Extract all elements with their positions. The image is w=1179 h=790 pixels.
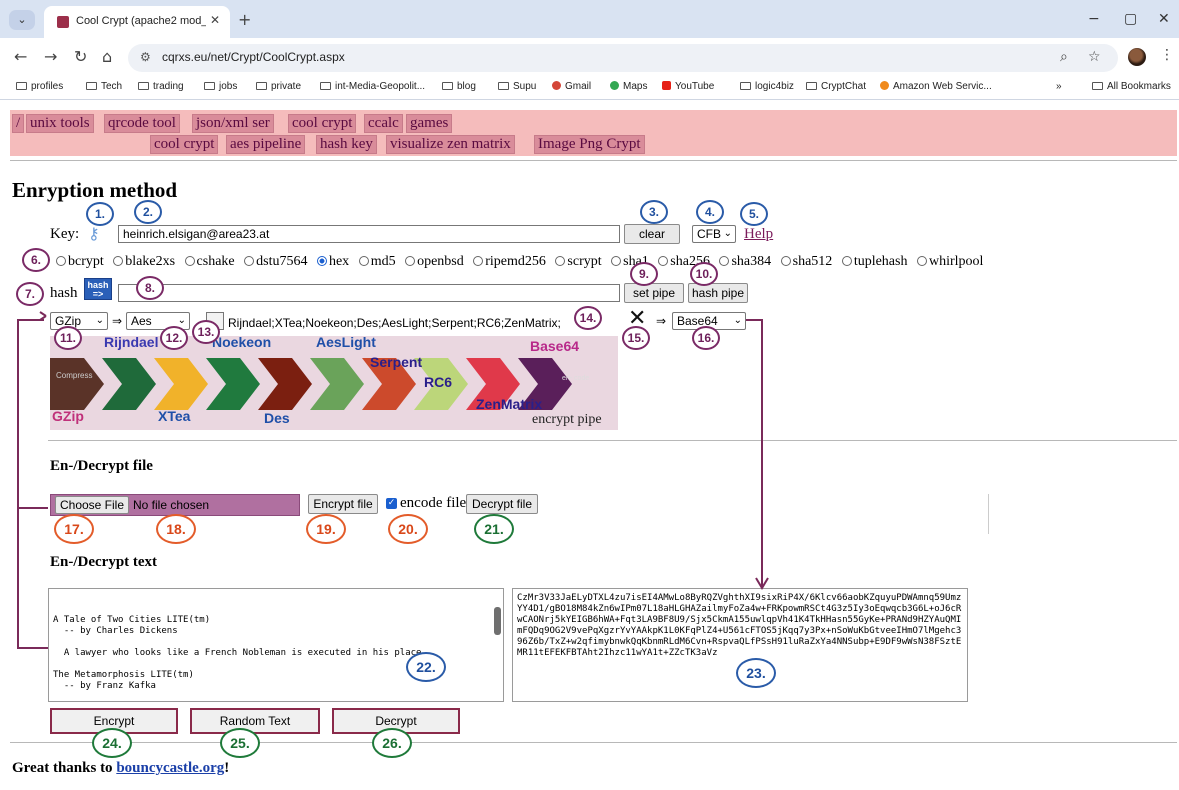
pipe-input-connector	[17, 319, 48, 649]
callout-1: 1.	[86, 202, 114, 226]
callout-14: 14.	[574, 306, 602, 330]
annotation-overlay	[17, 311, 769, 649]
callout-10: 10.	[690, 262, 718, 286]
callout-16: 16.	[692, 326, 720, 350]
callout-8: 8.	[136, 276, 164, 300]
callout-20: 20.	[388, 514, 428, 544]
callout-22: 22.	[406, 652, 446, 682]
callout-12: 12.	[160, 326, 188, 350]
callout-25: 25.	[220, 728, 260, 758]
callout-17: 17.	[54, 514, 94, 544]
callout-13: 13.	[192, 320, 220, 344]
callout-19: 19.	[306, 514, 346, 544]
callout-9: 9.	[630, 262, 658, 286]
callout-7: 7.	[16, 282, 44, 306]
callout-15: 15.	[622, 326, 650, 350]
callout-23: 23.	[736, 658, 776, 688]
pipe-arrow-head	[39, 311, 47, 321]
pipe-output-connector	[746, 319, 763, 586]
callout-24: 24.	[92, 728, 132, 758]
callout-18: 18.	[156, 514, 196, 544]
callout-3: 3.	[640, 200, 668, 224]
callout-26: 26.	[372, 728, 412, 758]
callout-4: 4.	[696, 200, 724, 224]
callout-2: 2.	[134, 200, 162, 224]
callout-21: 21.	[474, 514, 514, 544]
callout-6: 6.	[22, 248, 50, 272]
callout-5: 5.	[740, 202, 768, 226]
callout-11: 11.	[54, 326, 82, 350]
